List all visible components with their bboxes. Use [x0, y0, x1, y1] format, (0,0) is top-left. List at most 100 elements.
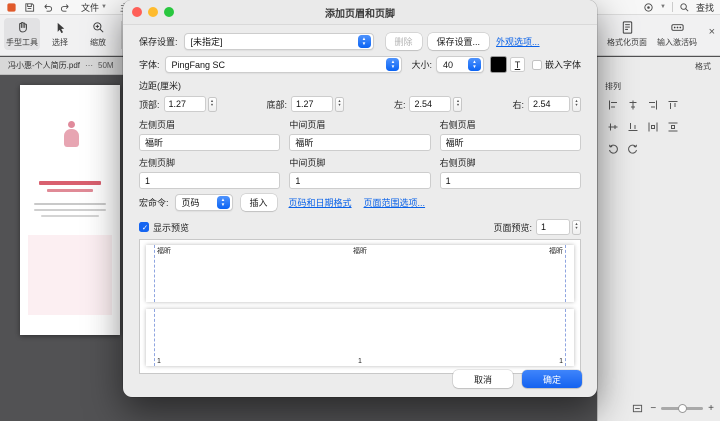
activation-code-button[interactable]: 输入激活码 — [656, 18, 698, 50]
search-label[interactable]: 查找 — [696, 1, 714, 14]
rotate-left-icon[interactable] — [605, 141, 620, 156]
page-range-options-link[interactable]: 页面范围选项... — [364, 196, 426, 209]
delete-setting-button[interactable]: 删除 — [386, 33, 422, 50]
font-color-swatch[interactable] — [490, 56, 507, 73]
dialog-titlebar: 添加页眉和页脚 — [123, 0, 597, 25]
show-preview-checkbox[interactable] — [139, 222, 149, 232]
zoom-bar: − + — [630, 401, 714, 416]
align-top-icon[interactable] — [665, 97, 680, 112]
insert-button[interactable]: 插入 — [241, 194, 277, 211]
document-page[interactable] — [20, 85, 120, 335]
hand-tool-button[interactable]: 手型工具 — [4, 18, 40, 50]
page-preview-field[interactable] — [536, 219, 570, 235]
save-icon[interactable] — [24, 2, 35, 13]
right-footer-group: 右侧页脚 — [440, 156, 581, 189]
popup-arrows-icon: ▲▼ — [358, 35, 371, 48]
margin-top-field[interactable] — [164, 96, 206, 112]
left-footer-label: 左侧页脚 — [139, 156, 280, 169]
distribute-horizontal-icon[interactable] — [645, 119, 660, 134]
align-left-icon[interactable] — [605, 97, 620, 112]
zoom-window-button[interactable] — [164, 7, 174, 17]
close-window-button[interactable] — [132, 7, 142, 17]
embed-font-checkbox[interactable] — [532, 60, 542, 70]
chevron-down-icon: ▼ — [101, 4, 107, 10]
format-panel: 格式 排列 — [597, 57, 720, 421]
arrange-section-label: 排列 — [605, 81, 713, 92]
margin-bottom-field[interactable] — [291, 96, 333, 112]
dialog-body: 保存设置: [未指定] ▲▼ 删除 保存设置... 外观选项... 字体: Pi… — [123, 25, 597, 374]
underline-toggle[interactable]: T — [510, 57, 525, 72]
preview-center-header: 福昕 — [353, 246, 367, 256]
popup-arrows-icon: ▲▼ — [468, 58, 481, 71]
margin-left-field[interactable] — [409, 96, 451, 112]
stepper-icon[interactable]: ▲▼ — [572, 220, 581, 235]
select-tool-label: 选择 — [52, 37, 68, 48]
dialog-footer: 取消 确定 — [453, 370, 582, 388]
redo-icon[interactable] — [60, 2, 71, 13]
left-footer-field[interactable] — [139, 172, 280, 189]
left-header-field[interactable] — [139, 134, 280, 151]
align-row-2 — [605, 119, 713, 134]
file-tab-name: 冯小惠-个人简历.pdf — [8, 60, 80, 71]
preview-toggle-row: 显示预览 页面预览: ▲▼ — [139, 219, 581, 235]
undo-icon[interactable] — [42, 2, 53, 13]
align-right-icon[interactable] — [645, 97, 660, 112]
font-size-select[interactable]: 40 ▲▼ — [436, 56, 484, 73]
font-size-value: 40 — [443, 60, 464, 70]
align-bottom-icon[interactable] — [625, 119, 640, 134]
select-tool-button[interactable]: 选择 — [42, 18, 78, 50]
save-setting-button[interactable]: 保存设置... — [428, 33, 490, 50]
align-center-horizontal-icon[interactable] — [625, 97, 640, 112]
center-footer-group: 中间页脚 — [289, 156, 430, 189]
window-controls — [132, 7, 174, 17]
tab-file[interactable]: 文件 ▼ — [78, 1, 110, 14]
dialog-title: 添加页眉和页脚 — [325, 5, 395, 20]
close-icon[interactable]: × — [709, 27, 715, 38]
page-preview-group: 页面预览: ▲▼ — [493, 219, 581, 235]
search-icon[interactable] — [679, 2, 690, 13]
preview-left-footer: 1 — [157, 358, 161, 365]
align-middle-icon[interactable] — [605, 119, 620, 134]
right-header-field[interactable] — [440, 134, 581, 151]
margin-right-group: 右: ▲▼ — [512, 96, 581, 112]
align-row-3 — [605, 141, 713, 156]
save-settings-select[interactable]: [未指定] ▲▼ — [184, 33, 374, 50]
stepper-icon[interactable]: ▲▼ — [208, 97, 217, 112]
zoom-in-button[interactable]: + — [708, 404, 714, 414]
right-footer-field[interactable] — [440, 172, 581, 189]
appearance-options-link[interactable]: 外观选项... — [496, 35, 540, 48]
save-settings-value: [未指定] — [191, 35, 354, 48]
zoom-slider[interactable] — [661, 407, 703, 410]
font-label: 字体: — [139, 58, 160, 71]
center-header-field[interactable] — [289, 134, 430, 151]
more-icon[interactable]: ⋯ — [85, 61, 93, 70]
stepper-icon[interactable]: ▲▼ — [572, 97, 581, 112]
rotate-right-icon[interactable] — [625, 141, 640, 156]
format-panel-title: 格式 — [605, 61, 713, 72]
activation-code-label: 输入激活码 — [657, 37, 697, 48]
page-preview-label: 页面预览: — [493, 221, 532, 234]
chevron-down-icon[interactable]: ▼ — [660, 4, 666, 10]
page-number-format-link[interactable]: 页码和日期格式 — [289, 196, 352, 209]
cancel-button[interactable]: 取消 — [453, 370, 513, 388]
zoom-slider-handle[interactable] — [678, 404, 687, 413]
margin-guide-left — [154, 309, 155, 366]
resume-figure — [68, 121, 75, 128]
stepper-icon[interactable]: ▲▼ — [335, 97, 344, 112]
macro-select[interactable]: 页码 ▲▼ — [175, 194, 233, 211]
font-size-label: 大小: — [411, 58, 432, 71]
margin-guide-right — [565, 245, 566, 302]
toolbar-right-group: 格式化页面 输入激活码 — [606, 18, 698, 50]
format-page-button[interactable]: 格式化页面 — [606, 18, 648, 50]
distribute-vertical-icon[interactable] — [665, 119, 680, 134]
zoom-tool-button[interactable]: 缩放 — [80, 18, 116, 50]
minimize-window-button[interactable] — [148, 7, 158, 17]
center-footer-field[interactable] — [289, 172, 430, 189]
stepper-icon[interactable]: ▲▼ — [453, 97, 462, 112]
zoom-out-button[interactable]: − — [650, 404, 656, 414]
ok-button[interactable]: 确定 — [522, 370, 582, 388]
margin-right-field[interactable] — [528, 96, 570, 112]
page-view-icon[interactable] — [643, 2, 654, 13]
font-select[interactable]: PingFang SC ▲▼ — [165, 56, 403, 73]
fit-width-icon[interactable] — [630, 401, 645, 416]
